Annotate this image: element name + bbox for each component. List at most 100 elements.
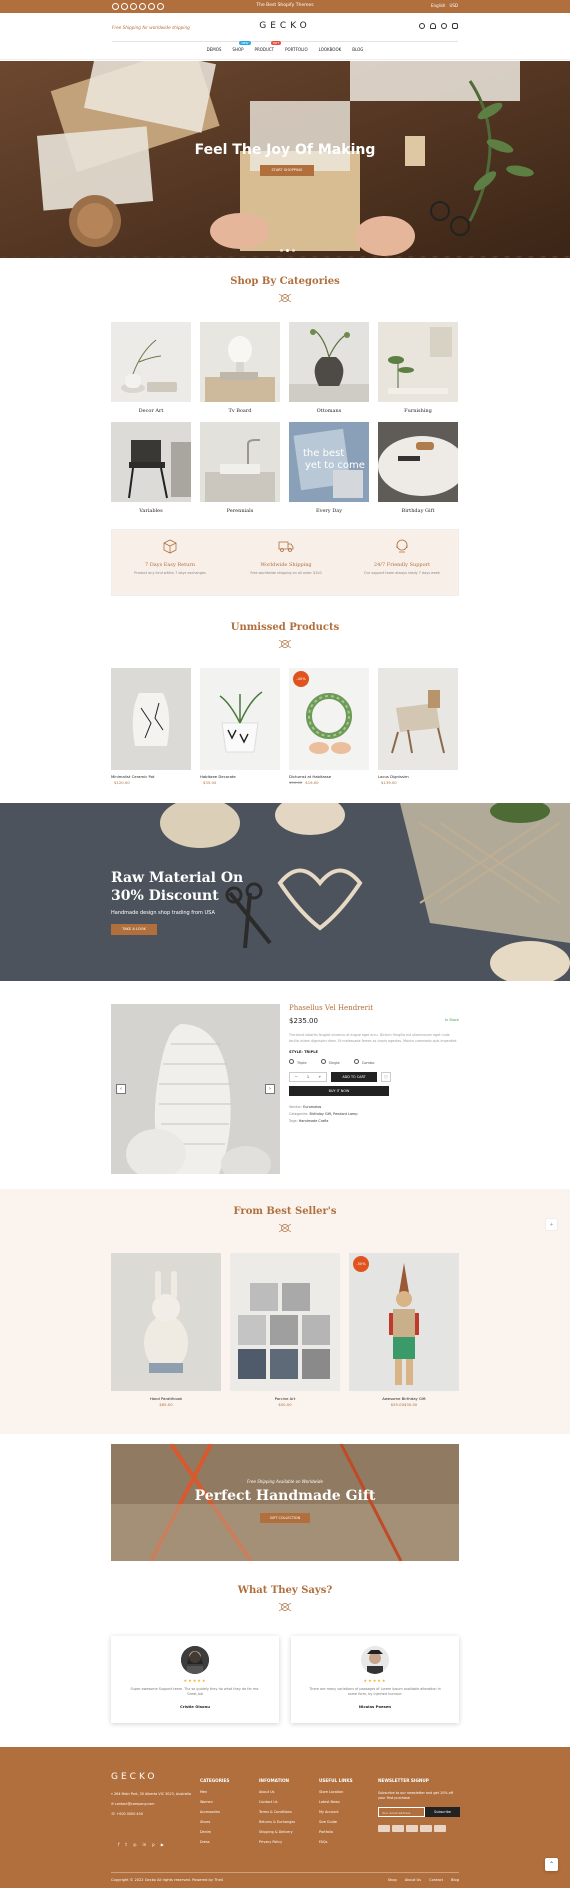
footer-link[interactable]: Terms & Conditions [259,1807,295,1817]
cart-icon[interactable] [452,23,458,29]
footer-link[interactable]: Denim [200,1827,229,1837]
star-rating: ★★★★★ [363,1678,387,1683]
best-seller-title: From Best Seller's [233,1206,337,1217]
nav-item-portfolio[interactable]: PORTFOLIO [285,47,308,52]
product-card[interactable]: Hand Paratifcook $65.00 [111,1253,221,1407]
facebook-icon[interactable]: f [118,1842,119,1847]
footer-link[interactable]: Portfolio [319,1827,353,1837]
product-name[interactable]: Porcine Art [230,1396,340,1401]
product-name[interactable]: Hand Paratifcook [111,1396,221,1401]
top-bar: The Best Shopify Themes English USD [0,0,570,13]
product-card[interactable]: Lacus Dignissim $139.00 [378,668,458,785]
footer-bottom-link[interactable]: About Us [405,1878,421,1882]
footer-link[interactable]: Shoes [200,1817,229,1827]
footer-link[interactable]: FAQs [319,1837,353,1847]
close-icon[interactable]: + [545,1218,558,1231]
style-option[interactable]: Single [321,1059,340,1065]
email[interactable]: ✉ contact@company.com [111,1799,191,1809]
take-a-look-button[interactable]: TAKE A LOOK [111,924,157,935]
footer-link[interactable]: Store Location [319,1787,353,1797]
category-card[interactable]: Perennials [200,422,280,514]
tags-link[interactable]: Handmade Crafts [299,1119,329,1123]
category-image: the bestyet to come [289,422,369,502]
style-option[interactable]: Triple [289,1059,307,1065]
footer-link[interactable]: Accessories [200,1807,229,1817]
heart-icon[interactable]: ♡ [381,1072,391,1082]
product-card[interactable]: -40% Dictumst at Habitasse $50.00 $19.00 [289,668,369,785]
footer-link[interactable]: Shipping & Delivery [259,1827,295,1837]
language-select[interactable]: English [431,3,445,8]
product-name[interactable]: Minimalist Ceramic Pot [111,774,191,779]
footer-link[interactable]: Men [200,1787,229,1797]
product-image [200,668,280,770]
site-logo[interactable]: GECKO [0,21,570,31]
product-name[interactable]: Habitaee Decorate [200,774,280,779]
hero-image [0,61,570,258]
footer-logo[interactable]: GECKO [111,1772,157,1782]
phone[interactable]: ☏ +000 0000 400 [111,1809,191,1819]
category-label: Every Day [315,508,343,514]
footer-bottom-link[interactable]: Shop [388,1878,397,1882]
product-card[interactable]: Habitaee Decorate $35.00 [200,668,280,785]
pinterest-icon[interactable]: p [152,1842,155,1847]
product-card[interactable]: Porcine Art $50.00 [230,1253,340,1407]
footer-bottom-link[interactable]: Contact [429,1878,443,1882]
slider-dots[interactable] [280,249,295,252]
style-label: STYLE: TRIPLE [289,1050,319,1054]
newsletter-email-input[interactable]: Your email address [378,1807,425,1817]
quantity-stepper[interactable]: −1 + [289,1072,327,1082]
footer-link[interactable]: My Account [319,1807,353,1817]
category-card[interactable]: Variables [111,422,191,514]
categories-link[interactable]: Birthday Gift, Pendant Lamp [310,1112,358,1116]
footer-link[interactable]: Women [200,1797,229,1807]
product-name[interactable]: Awesome Birthday Gift [349,1396,459,1401]
instagram-icon[interactable]: ◎ [133,1842,137,1847]
start-shopping-button[interactable]: START SHOPPING [260,165,314,176]
gift-collection-button[interactable]: GIFT COLLECTION [260,1513,310,1523]
twitter-icon[interactable]: t [125,1842,127,1847]
svg-text:yet to come: yet to come [305,460,365,471]
category-card[interactable]: Tv Board [200,322,280,414]
nav-item-product[interactable]: PRODUCT HOT [255,41,282,52]
product-card[interactable]: -50% Awesome Birthday Gift $55.00$30.00 [349,1253,459,1407]
category-card[interactable]: Birthday Gift [378,422,466,514]
footer-link[interactable]: Returns & Exchanges [259,1817,295,1827]
vendor-link[interactable]: Euromotos [303,1105,321,1109]
category-card[interactable]: Ottomans [289,322,369,414]
nav-item-lookbook[interactable]: LOOKBOOK [319,47,342,52]
minus-icon[interactable]: − [295,1075,298,1079]
footer-bottom-link[interactable]: Blog [451,1878,459,1882]
plus-icon[interactable]: + [318,1075,321,1079]
chevron-left-icon[interactable]: ‹ [116,1084,126,1094]
category-label: Decor Art [138,408,164,414]
currency-select[interactable]: USD [449,3,458,8]
product-name[interactable]: Lacus Dignissim [378,774,458,779]
footer-link[interactable]: Contact Us [259,1797,295,1807]
nav-item-demos[interactable]: DEMOS [207,47,222,52]
buy-now-button[interactable]: BUY IT NOW [289,1086,389,1096]
account-icon[interactable] [430,23,436,29]
chevron-right-icon[interactable]: › [265,1084,275,1094]
nav-item-shop[interactable]: SHOP NEW [232,41,251,52]
add-to-cart-button[interactable]: ADD TO CART [331,1072,377,1082]
linkedin-icon[interactable]: in [143,1842,147,1847]
footer-link[interactable]: Size Guide [319,1817,353,1827]
product-name[interactable]: Dictumst at Habitasse [289,774,369,779]
style-option[interactable]: Combo [354,1059,375,1065]
back-to-top-icon[interactable]: ⌃ [545,1858,558,1871]
category-card[interactable]: Furnishing [378,322,458,414]
footer-link[interactable]: Dress [200,1837,229,1847]
product-card[interactable]: Minimalist Ceramic Pot $120.00 [111,668,191,785]
category-card[interactable]: the best yet to come Every Day [289,422,369,514]
footer-link[interactable]: About Us [259,1787,295,1797]
wishlist-icon[interactable] [441,23,447,29]
category-label: Variables [139,508,163,514]
subscribe-button[interactable]: Subscribe [425,1807,460,1817]
search-icon[interactable] [419,23,425,29]
footer-link[interactable]: Latest News [319,1797,353,1807]
footer-link[interactable]: Privacy Policy [259,1837,295,1847]
footer-column: INFOMATION About Us Contact Us Terms & C… [259,1775,295,1847]
category-card[interactable]: Decor Art [111,322,191,414]
youtube-icon[interactable]: ▶ [161,1842,164,1847]
nav-item-blog[interactable]: BLOG [352,47,363,52]
